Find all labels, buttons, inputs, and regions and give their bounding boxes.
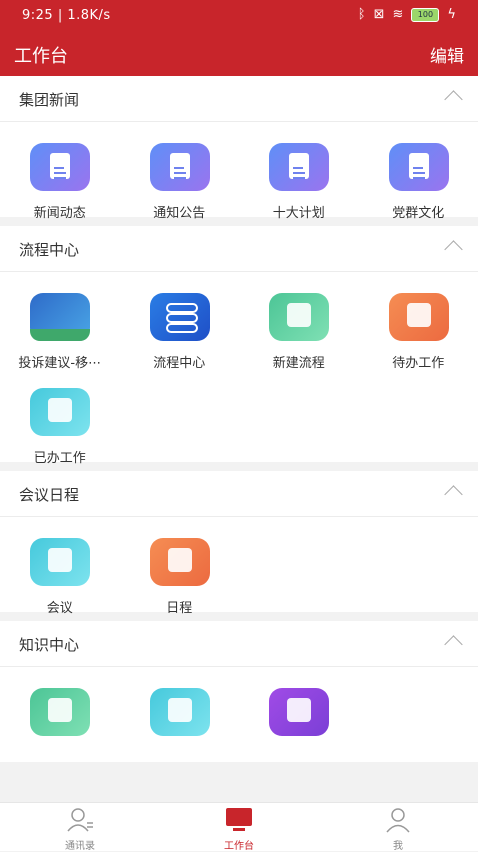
pending-work-icon (389, 293, 449, 341)
bottom-tab-bar: 通讯录 工作台 我 (0, 802, 478, 851)
collapse-chevron-icon[interactable] (444, 485, 462, 503)
collapse-chevron-icon[interactable] (444, 635, 462, 653)
section-header[interactable]: 流程中心 (0, 226, 478, 272)
document-icon (389, 143, 449, 191)
new-process-icon (269, 293, 329, 341)
grid-item-label: 会议 (0, 597, 120, 616)
section-title: 流程中心 (19, 239, 79, 260)
document-icon (269, 143, 329, 191)
cloud-storage-icon (150, 688, 210, 736)
status-time-speed: 9:25 | 1.8K/s (22, 8, 111, 23)
grid-item-label: 流程中心 (120, 352, 240, 371)
grid-item-label: 十大计划 (239, 202, 359, 221)
grid-item-label: 新建流程 (239, 352, 359, 371)
status-icons: ᛒ ⊠ ≋ 100 ϟ (358, 7, 456, 22)
workbench-icon (225, 807, 253, 833)
section-header[interactable]: 会议日程 (0, 471, 478, 517)
grid-item-label: 待办工作 (359, 352, 478, 371)
calendar-icon (150, 538, 210, 586)
grid-item-label: 党群文化 (359, 202, 478, 221)
wifi-icon: ≋ (393, 7, 404, 22)
grid-item-new-process[interactable]: 新建流程 (239, 272, 359, 367)
section-group-news: 集团新闻 新闻动态 通知公告 十大计划 党群文化 (0, 76, 478, 217)
grid-item-knowledge-cloud[interactable] (120, 667, 240, 762)
battery-icon: 100 (411, 8, 439, 22)
section-meetings: 会议日程 会议 日程 (0, 471, 478, 612)
grid-item-schedule[interactable]: 日程 (120, 517, 240, 612)
complaint-form-icon (30, 293, 90, 341)
camera-icon (269, 688, 329, 736)
section-header[interactable]: 知识中心 (0, 621, 478, 667)
bluetooth-icon: ᛒ (358, 7, 366, 22)
process-stack-icon (150, 293, 210, 341)
contacts-icon (66, 807, 94, 833)
collapse-chevron-icon[interactable] (444, 240, 462, 258)
section-title: 会议日程 (19, 484, 79, 505)
completed-work-icon (30, 388, 90, 436)
grid-item-plans[interactable]: 十大计划 (239, 122, 359, 217)
app-bar: 工作台 编辑 (0, 32, 478, 76)
grid-item-label: 新闻动态 (0, 202, 120, 221)
grid-item-label: 已办工作 (0, 447, 120, 466)
status-bar: 9:25 | 1.8K/s ᛒ ⊠ ≋ 100 ϟ (0, 0, 478, 32)
section-knowledge: 知识中心 (0, 621, 478, 762)
tab-profile[interactable]: 我 (348, 803, 448, 851)
grid-item-knowledge-add[interactable] (0, 667, 120, 762)
collapse-chevron-icon[interactable] (444, 90, 462, 108)
sim-icon: ⊠ (374, 7, 385, 22)
meeting-icon (30, 538, 90, 586)
tab-workbench[interactable]: 工作台 (189, 803, 289, 851)
grid-item-notice[interactable]: 通知公告 (120, 122, 240, 217)
grid-item-complaint[interactable]: 投诉建议-移⋯ (0, 272, 120, 367)
document-icon (150, 143, 210, 191)
grid-item-todo[interactable]: 待办工作 (359, 272, 478, 367)
grid-item-process-center[interactable]: 流程中心 (120, 272, 240, 367)
grid-item-news[interactable]: 新闻动态 (0, 122, 120, 217)
knowledge-add-icon (30, 688, 90, 736)
grid-item-done[interactable]: 已办工作 (0, 367, 120, 462)
charging-icon: ϟ (447, 7, 456, 22)
grid-item-knowledge-camera[interactable] (239, 667, 359, 762)
grid-item-label: 日程 (120, 597, 240, 616)
grid-item-label: 通知公告 (120, 202, 240, 221)
tab-contacts[interactable]: 通讯录 (30, 803, 130, 851)
section-header[interactable]: 集团新闻 (0, 76, 478, 122)
section-process-center: 流程中心 投诉建议-移⋯ 流程中心 新建流程 待办工作 已办工作 (0, 226, 478, 462)
page-title: 工作台 (14, 42, 68, 68)
grid-item-party-culture[interactable]: 党群文化 (359, 122, 478, 217)
section-title: 知识中心 (19, 634, 79, 655)
section-title: 集团新闻 (19, 89, 79, 110)
profile-icon (384, 807, 412, 833)
main-content[interactable]: 集团新闻 新闻动态 通知公告 十大计划 党群文化 流程中心 (0, 76, 478, 802)
edit-button[interactable]: 编辑 (430, 42, 464, 67)
grid-item-meeting[interactable]: 会议 (0, 517, 120, 612)
document-icon (30, 143, 90, 191)
